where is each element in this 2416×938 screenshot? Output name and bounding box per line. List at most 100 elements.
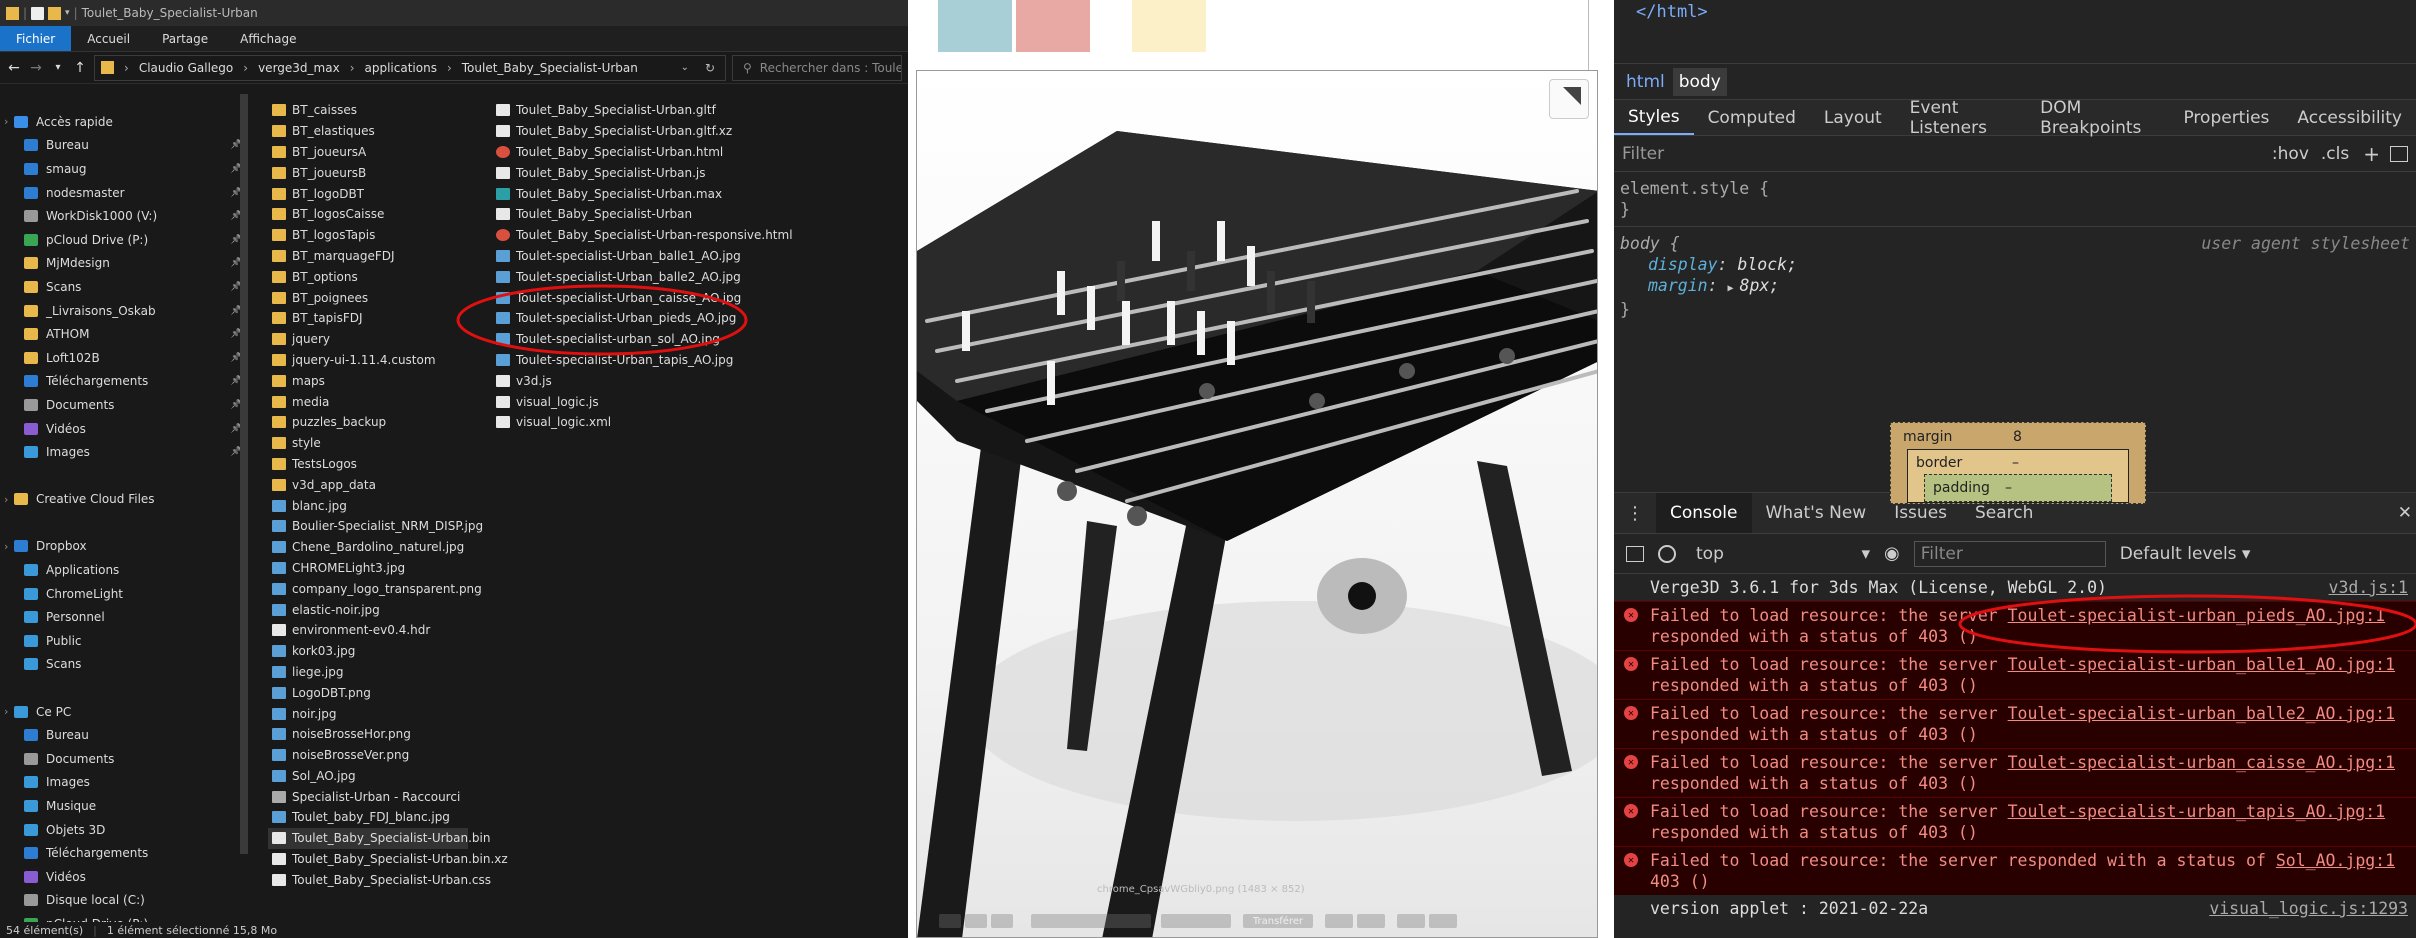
nav-item[interactable]: Musique [0, 794, 252, 818]
ribbon-tab-affichage[interactable]: Affichage [224, 26, 312, 51]
breadcrumb-item[interactable]: applications [365, 61, 437, 75]
folder-item[interactable]: maps [268, 370, 508, 391]
toolbar-field[interactable] [1031, 914, 1151, 928]
nav-item[interactable]: WorkDisk1000 (V:) 📌 [0, 204, 252, 228]
properties-icon[interactable] [31, 6, 45, 20]
console-source-link[interactable]: Sol_AO.jpg:1 [2276, 851, 2395, 870]
nav-item[interactable]: Loft102B 📌 [0, 346, 252, 370]
folder-item[interactable]: BT_joueursB [268, 162, 508, 183]
folder-item[interactable]: BT_logoDBT [268, 183, 508, 204]
toolbar-button[interactable] [991, 914, 1013, 928]
box-padding-value[interactable]: – [2005, 478, 2012, 499]
box-margin-value[interactable]: 8 [2013, 427, 2022, 448]
nav-item[interactable]: pCloud Drive (P:) 📌 [0, 228, 252, 252]
file-item[interactable]: Toulet-specialist-Urban_balle1_AO.jpg [492, 246, 793, 267]
sidebar-toggle-icon[interactable] [2390, 145, 2408, 162]
tab-styles[interactable]: Styles [1614, 100, 1694, 135]
nav-item[interactable]: ChromeLight [0, 582, 252, 606]
nav-item[interactable]: Vidéos [0, 865, 252, 889]
breadcrumb-item[interactable]: Claudio Gallego [139, 61, 233, 75]
nav-item[interactable]: _Livraisons_Oskab 📌 [0, 299, 252, 323]
nav-item[interactable]: smaug 📌 [0, 157, 252, 181]
folder-item[interactable]: TestsLogos [268, 454, 508, 475]
toolbar-button[interactable] [1357, 914, 1385, 928]
nav-item[interactable]: › Dropbox [0, 535, 252, 559]
nav-item[interactable]: Scans [0, 653, 252, 677]
file-item[interactable]: Toulet_baby_FDJ_blanc.jpg [268, 807, 508, 828]
folder-item[interactable]: BT_caisses [268, 100, 508, 121]
nav-item[interactable]: Bureau 📌 [0, 134, 252, 158]
nav-item[interactable]: Vidéos 📌 [0, 417, 252, 441]
file-item[interactable]: noir.jpg [268, 703, 508, 724]
nav-scrollbar[interactable] [240, 94, 248, 854]
file-item[interactable]: Toulet_Baby_Specialist-Urban.html [492, 142, 793, 163]
tab-properties[interactable]: Properties [2169, 100, 2283, 135]
folder-item[interactable]: BT_logosCaisse [268, 204, 508, 225]
file-item[interactable]: company_logo_transparent.png [268, 578, 508, 599]
sidebar-toggle-icon[interactable] [1626, 545, 1644, 562]
toolbar-button[interactable] [965, 914, 987, 928]
tab-computed[interactable]: Computed [1694, 100, 1810, 135]
element-style-rule[interactable]: element.style { [1620, 178, 2410, 199]
new-folder-icon[interactable] [48, 6, 62, 20]
console-source-link[interactable]: Toulet-specialist-urban_tapis_AO.jpg:1 [2008, 802, 2386, 821]
toolbar-button[interactable] [1429, 914, 1457, 928]
expand-chevron-icon[interactable]: › [4, 705, 8, 718]
nav-item[interactable]: Bureau [0, 723, 252, 747]
file-item[interactable]: Chene_Bardolino_naturel.jpg [268, 537, 508, 558]
toolbar-button[interactable] [1397, 914, 1425, 928]
nav-item[interactable]: Public [0, 629, 252, 653]
box-border-value[interactable]: – [2012, 453, 2019, 474]
tab-dom-breakpoints[interactable]: DOM Breakpoints [2026, 98, 2169, 138]
close-drawer-icon[interactable]: ✕ [2398, 503, 2416, 523]
console-source-link[interactable]: Toulet-specialist-urban_balle2_AO.jpg:1 [2008, 704, 2395, 723]
nav-item[interactable]: Personnel [0, 605, 252, 629]
back-arrow-icon[interactable]: ← [6, 60, 22, 76]
file-item[interactable]: Toulet_Baby_Specialist-Urban.bin.xz [268, 849, 508, 870]
drawer-menu-icon[interactable]: ⋮ [1614, 503, 1656, 524]
tab-event-listeners[interactable]: Event Listeners [1896, 98, 2027, 138]
nav-item[interactable]: › Accès rapide [0, 110, 252, 134]
plus-icon[interactable]: + [2363, 142, 2380, 166]
expand-chevron-icon[interactable]: › [4, 115, 8, 128]
nav-item[interactable]: Téléchargements 📌 [0, 370, 252, 394]
nav-item[interactable]: Images [0, 771, 252, 795]
nav-item[interactable]: ATHOM 📌 [0, 322, 252, 346]
nav-item[interactable]: Disque local (C:) [0, 889, 252, 913]
refresh-icon[interactable]: ↻ [705, 61, 715, 75]
file-item[interactable]: Toulet_Baby_Specialist-Urban.max [492, 183, 793, 204]
nav-item[interactable]: › Creative Cloud Files [0, 488, 252, 512]
file-item[interactable]: Toulet_Baby_Specialist-Urban.bin [268, 827, 491, 849]
address-history-chevron-icon[interactable]: ⌄ [681, 62, 689, 73]
file-item[interactable]: elastic-noir.jpg [268, 599, 508, 620]
expand-chevron-icon[interactable]: › [4, 540, 8, 553]
console-filter-input[interactable]: Filter [1913, 540, 2106, 567]
ribbon-tab-partage[interactable]: Partage [146, 26, 224, 51]
file-item[interactable]: Toulet_Baby_Specialist-Urban.js [492, 162, 793, 183]
forward-arrow-icon[interactable]: → [28, 60, 44, 76]
file-item[interactable]: CHROMELight3.jpg [268, 558, 508, 579]
cls-toggle[interactable]: .cls [2321, 144, 2349, 164]
file-item[interactable]: kork03.jpg [268, 641, 508, 662]
file-item[interactable]: noiseBrosseHor.png [268, 724, 508, 745]
expand-chevron-icon[interactable]: › [4, 493, 8, 506]
folder-item[interactable]: media [268, 391, 508, 412]
ribbon-tab-accueil[interactable]: Accueil [71, 26, 146, 51]
file-item[interactable]: environment-ev0.4.hdr [268, 620, 508, 641]
nav-item[interactable]: nodesmaster 📌 [0, 181, 252, 205]
file-item[interactable]: Toulet_Baby_Specialist-Urban.gltf.xz [492, 121, 793, 142]
file-item[interactable]: visual_logic.js [492, 391, 793, 412]
up-arrow-icon[interactable]: ↑ [72, 60, 88, 76]
nav-item[interactable]: Documents [0, 747, 252, 771]
tab-console[interactable]: Console [1656, 493, 1752, 533]
hov-toggle[interactable]: :hov [2272, 144, 2309, 164]
file-item[interactable]: noiseBrosseVer.png [268, 745, 508, 766]
3d-canvas[interactable]: chrome_CpsavWGbliy0.png (1483 × 852) Tra… [916, 70, 1598, 938]
file-item[interactable]: v3d.js [492, 370, 793, 391]
crumb-body[interactable]: body [1672, 67, 1727, 96]
styles-filter-input[interactable]: Filter [1622, 144, 2272, 164]
context-select[interactable]: top ▾ [1690, 544, 1870, 564]
folder-item[interactable]: v3d_app_data [268, 474, 508, 495]
log-levels-select[interactable]: Default levels ▾ [2120, 544, 2251, 564]
file-item[interactable]: Boulier-Specialist_NRM_DISP.jpg [268, 516, 508, 537]
